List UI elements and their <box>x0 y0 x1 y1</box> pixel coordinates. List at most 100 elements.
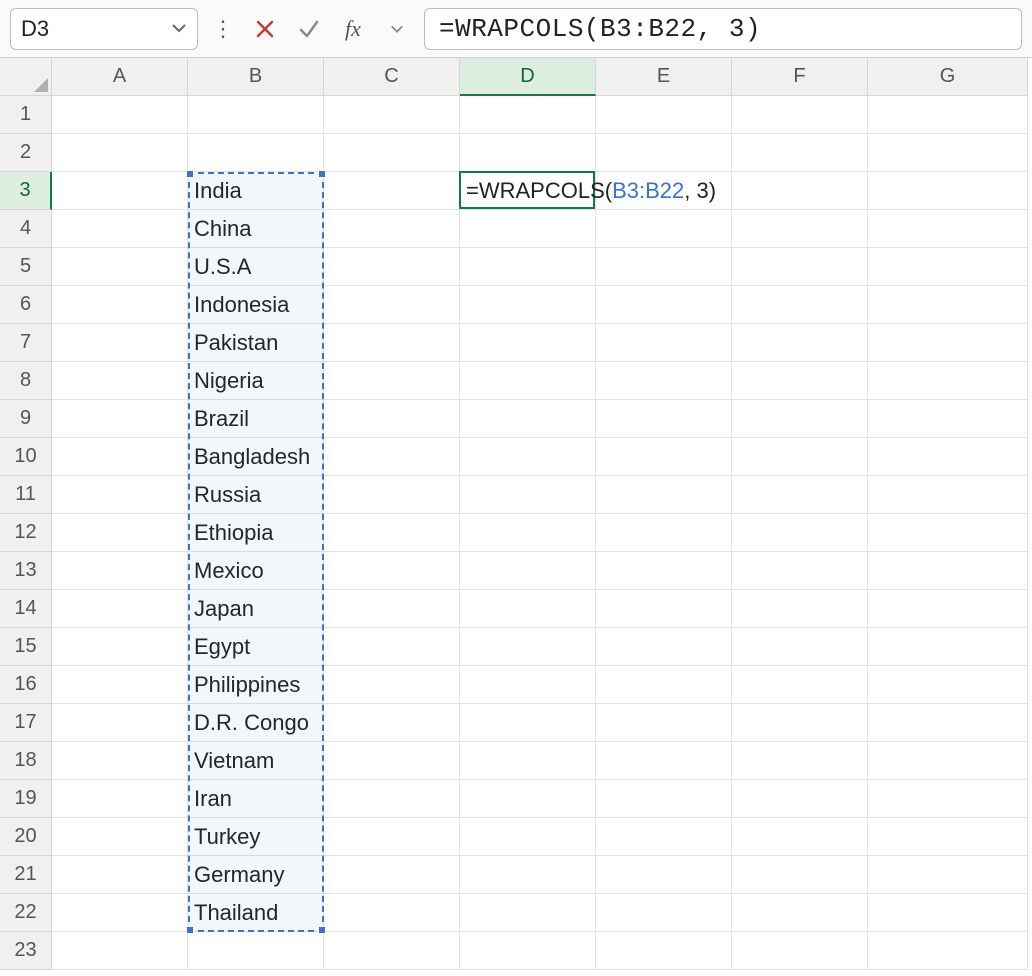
cell-A23[interactable] <box>52 932 188 970</box>
cell-G6[interactable] <box>868 286 1028 324</box>
cell-C8[interactable] <box>324 362 460 400</box>
cell-G23[interactable] <box>868 932 1028 970</box>
row-header-21[interactable]: 21 <box>0 856 52 894</box>
cell-G1[interactable] <box>868 96 1028 134</box>
cell-B20[interactable]: Turkey <box>188 818 324 856</box>
cell-E10[interactable] <box>596 438 732 476</box>
cell-B14[interactable]: Japan <box>188 590 324 628</box>
cell-E22[interactable] <box>596 894 732 932</box>
cell-F9[interactable] <box>732 400 868 438</box>
cell-C6[interactable] <box>324 286 460 324</box>
cell-D12[interactable] <box>460 514 596 552</box>
row-header-15[interactable]: 15 <box>0 628 52 666</box>
cell-C4[interactable] <box>324 210 460 248</box>
cell-A14[interactable] <box>52 590 188 628</box>
cell-G2[interactable] <box>868 134 1028 172</box>
cell-E16[interactable] <box>596 666 732 704</box>
cell-F14[interactable] <box>732 590 868 628</box>
cell-C13[interactable] <box>324 552 460 590</box>
cell-A4[interactable] <box>52 210 188 248</box>
cell-F18[interactable] <box>732 742 868 780</box>
cell-F10[interactable] <box>732 438 868 476</box>
cell-D7[interactable] <box>460 324 596 362</box>
cell-E1[interactable] <box>596 96 732 134</box>
cell-F4[interactable] <box>732 210 868 248</box>
cell-C18[interactable] <box>324 742 460 780</box>
cell-B10[interactable]: Bangladesh <box>188 438 324 476</box>
cell-D16[interactable] <box>460 666 596 704</box>
cell-D9[interactable] <box>460 400 596 438</box>
cell-F3[interactable] <box>732 172 868 210</box>
cell-D1[interactable] <box>460 96 596 134</box>
cell-G13[interactable] <box>868 552 1028 590</box>
accept-button[interactable] <box>292 12 326 46</box>
cell-E14[interactable] <box>596 590 732 628</box>
cell-A9[interactable] <box>52 400 188 438</box>
cell-A11[interactable] <box>52 476 188 514</box>
cell-F20[interactable] <box>732 818 868 856</box>
formula-input[interactable]: =WRAPCOLS(B3:B22, 3) <box>424 8 1022 50</box>
row-header-7[interactable]: 7 <box>0 324 52 362</box>
cell-G9[interactable] <box>868 400 1028 438</box>
cell-G16[interactable] <box>868 666 1028 704</box>
row-header-10[interactable]: 10 <box>0 438 52 476</box>
cell-B18[interactable]: Vietnam <box>188 742 324 780</box>
cell-G22[interactable] <box>868 894 1028 932</box>
cell-C21[interactable] <box>324 856 460 894</box>
cell-F22[interactable] <box>732 894 868 932</box>
cell-F12[interactable] <box>732 514 868 552</box>
cell-E21[interactable] <box>596 856 732 894</box>
cell-D21[interactable] <box>460 856 596 894</box>
fx-dropdown-icon[interactable] <box>380 12 414 46</box>
cell-C3[interactable] <box>324 172 460 210</box>
cell-B23[interactable] <box>188 932 324 970</box>
row-header-18[interactable]: 18 <box>0 742 52 780</box>
cell-D4[interactable] <box>460 210 596 248</box>
column-header-C[interactable]: C <box>324 58 460 96</box>
cell-E7[interactable] <box>596 324 732 362</box>
cell-B12[interactable]: Ethiopia <box>188 514 324 552</box>
cell-G4[interactable] <box>868 210 1028 248</box>
cell-G18[interactable] <box>868 742 1028 780</box>
cell-B4[interactable]: China <box>188 210 324 248</box>
cell-G17[interactable] <box>868 704 1028 742</box>
cell-A3[interactable] <box>52 172 188 210</box>
cell-E5[interactable] <box>596 248 732 286</box>
cell-D22[interactable] <box>460 894 596 932</box>
select-all-corner[interactable] <box>0 58 52 96</box>
cell-E13[interactable] <box>596 552 732 590</box>
cell-C10[interactable] <box>324 438 460 476</box>
cell-A13[interactable] <box>52 552 188 590</box>
cell-G15[interactable] <box>868 628 1028 666</box>
cell-F6[interactable] <box>732 286 868 324</box>
cell-D14[interactable] <box>460 590 596 628</box>
cell-B2[interactable] <box>188 134 324 172</box>
row-header-14[interactable]: 14 <box>0 590 52 628</box>
cell-G5[interactable] <box>868 248 1028 286</box>
cell-F13[interactable] <box>732 552 868 590</box>
row-header-22[interactable]: 22 <box>0 894 52 932</box>
fx-icon[interactable]: fx <box>336 12 370 46</box>
cell-A21[interactable] <box>52 856 188 894</box>
cell-C23[interactable] <box>324 932 460 970</box>
cell-C1[interactable] <box>324 96 460 134</box>
cells-area[interactable]: IndiaChinaU.S.AIndonesiaPakistanNigeriaB… <box>52 96 1028 970</box>
cell-A19[interactable] <box>52 780 188 818</box>
cell-F5[interactable] <box>732 248 868 286</box>
cell-C16[interactable] <box>324 666 460 704</box>
column-header-G[interactable]: G <box>868 58 1028 96</box>
cell-A5[interactable] <box>52 248 188 286</box>
row-header-11[interactable]: 11 <box>0 476 52 514</box>
cell-B19[interactable]: Iran <box>188 780 324 818</box>
cell-E2[interactable] <box>596 134 732 172</box>
row-header-3[interactable]: 3 <box>0 172 52 210</box>
cell-D20[interactable] <box>460 818 596 856</box>
column-header-D[interactable]: D <box>460 58 596 96</box>
cell-A22[interactable] <box>52 894 188 932</box>
cell-E11[interactable] <box>596 476 732 514</box>
cell-B13[interactable]: Mexico <box>188 552 324 590</box>
row-header-12[interactable]: 12 <box>0 514 52 552</box>
row-header-9[interactable]: 9 <box>0 400 52 438</box>
cell-E4[interactable] <box>596 210 732 248</box>
cell-F16[interactable] <box>732 666 868 704</box>
